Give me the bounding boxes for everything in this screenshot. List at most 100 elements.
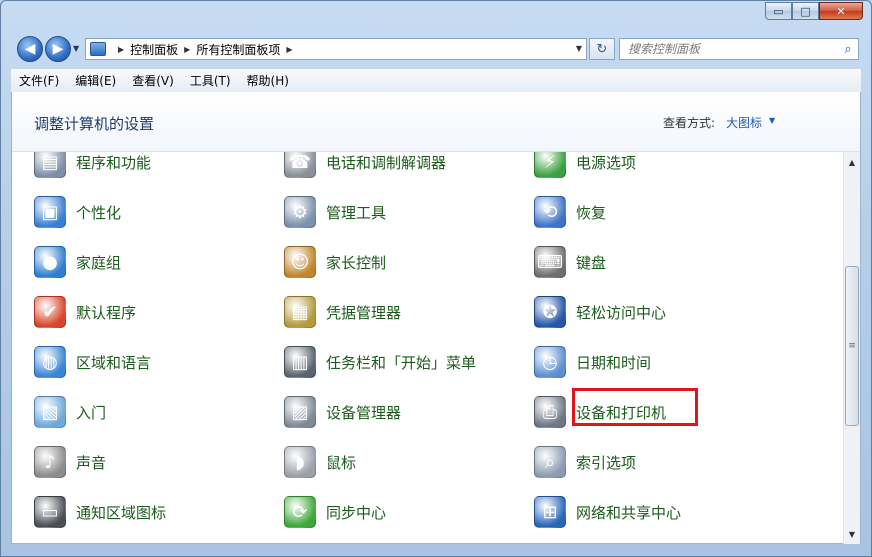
control-panel-item[interactable]: ✪ 轻松访问中心 (534, 292, 666, 332)
control-panel-item[interactable]: ⌨ 键盘 (534, 242, 606, 282)
control-panel-item-label: 默认程序 (76, 303, 137, 322)
control-panel-item-label: 电源选项 (576, 153, 637, 172)
control-panel-icon (90, 42, 106, 56)
network-sharing-icon: ⊞ (534, 496, 566, 528)
page-title: 调整计算机的设置 (34, 115, 155, 133)
control-panel-item[interactable]: ◍ 区域和语言 (34, 342, 151, 382)
address-dropdown-icon[interactable]: ▼ (576, 44, 582, 53)
control-panel-item[interactable]: ◗ 鼠标 (284, 442, 356, 482)
chevron-right-icon[interactable]: ▶ (118, 45, 124, 54)
control-panel-items: ▤ 程序和功能 ☎ 电话和调制解调器 ⚡ 电源选项 ▣ 个性化 ⚙ 管理工具 ⟲ 恢复 ● 家庭组 ☺ 家长控… (12, 152, 844, 544)
breadcrumb-all-items[interactable]: 所有控制面板项 (196, 41, 280, 58)
menu-edit[interactable]: 编辑(E) (67, 72, 124, 89)
control-panel-item-label: 管理工具 (326, 203, 387, 222)
notification-area-icon: ▭ (34, 496, 66, 528)
close-button[interactable]: ✕ (819, 2, 863, 20)
control-panel-item[interactable]: ☺ 家长控制 (284, 242, 386, 282)
refresh-button[interactable]: ↻ (589, 38, 615, 60)
chevron-down-icon[interactable]: ▼ (769, 116, 775, 125)
search-icon[interactable]: ⌕ (838, 42, 858, 57)
mouse-icon: ◗ (284, 446, 316, 478)
scroll-up-button[interactable]: ▲ (844, 154, 860, 170)
maximize-button[interactable]: □ (792, 2, 819, 20)
chevron-right-icon[interactable]: ▶ (286, 45, 292, 54)
chevron-right-icon[interactable]: ▶ (184, 45, 190, 54)
control-panel-item-label: 轻松访问中心 (576, 303, 667, 322)
programs-icon: ▤ (34, 152, 66, 178)
keyboard-icon: ⌨ (534, 246, 566, 278)
control-panel-item-label: 声音 (76, 453, 107, 472)
control-panel-item[interactable]: ▧ 入门 (34, 392, 106, 432)
admin-tools-icon: ⚙ (284, 196, 316, 228)
control-panel-item-label: 个性化 (76, 203, 122, 222)
chevron-down-icon: ▼ (73, 44, 80, 53)
control-panel-item-label: 通知区域图标 (76, 503, 167, 522)
control-panel-item[interactable]: ⟳ 同步中心 (284, 492, 386, 532)
arrow-left-icon: ◀ (24, 41, 36, 57)
control-panel-item[interactable]: ♪ 声音 (34, 442, 106, 482)
back-button[interactable]: ◀ (17, 36, 43, 62)
control-panel-item[interactable]: ☎ 电话和调制解调器 (284, 152, 446, 182)
menu-tools[interactable]: 工具(T) (182, 72, 239, 89)
forward-button[interactable]: ▶ (45, 36, 71, 62)
control-panel-item-label: 索引选项 (576, 453, 637, 472)
control-panel-item[interactable]: ◷ 日期和时间 (534, 342, 651, 382)
getting-started-icon: ▧ (34, 396, 66, 428)
control-panel-item-label: 区域和语言 (76, 353, 152, 372)
control-panel-item[interactable]: ▨ 设备管理器 (284, 392, 401, 432)
control-panel-item[interactable]: ⚙ 管理工具 (284, 192, 386, 232)
control-panel-item[interactable]: ▭ 通知区域图标 (34, 492, 166, 532)
control-panel-item-label: 同步中心 (326, 503, 387, 522)
device-manager-icon: ▨ (284, 396, 316, 428)
date-time-icon: ◷ (534, 346, 566, 378)
view-by-label: 查看方式: (663, 116, 716, 130)
refresh-icon: ↻ (596, 41, 608, 57)
control-panel-item-label: 日期和时间 (576, 353, 652, 372)
scroll-thumb[interactable]: ≡ (845, 266, 859, 426)
sync-center-icon: ⟳ (284, 496, 316, 528)
control-panel-item[interactable]: ▣ 个性化 (34, 192, 121, 232)
control-panel-item[interactable]: ● 家庭组 (34, 242, 121, 282)
control-panel-item[interactable]: ▥ 任务栏和「开始」菜单 (284, 342, 476, 382)
highlight-box (572, 388, 698, 426)
control-panel-item-label: 家庭组 (76, 253, 122, 272)
menu-bar: 文件(F) 编辑(E) 查看(V) 工具(T) 帮助(H) (11, 68, 861, 92)
control-panel-item-label: 电话和调制解调器 (326, 153, 447, 172)
control-panel-item-label: 恢复 (576, 203, 607, 222)
default-programs-icon: ✔ (34, 296, 66, 328)
view-by-dropdown[interactable]: 大图标 (726, 114, 762, 131)
search-box[interactable]: ⌕ (619, 38, 859, 60)
chevron-up-icon: ▲ (848, 157, 856, 167)
address-bar[interactable]: ▶ 控制面板 ▶ 所有控制面板项 ▶ ▼ (85, 38, 587, 60)
control-panel-item[interactable]: ⚡ 电源选项 (534, 152, 636, 182)
grip-icon: ≡ (848, 341, 856, 351)
search-input[interactable] (620, 42, 838, 56)
menu-help[interactable]: 帮助(H) (239, 72, 297, 89)
menu-file[interactable]: 文件(F) (11, 72, 67, 89)
vertical-scrollbar[interactable]: ▲ ≡ ▼ (843, 152, 860, 544)
control-panel-item-label: 设备管理器 (326, 403, 402, 422)
region-language-icon: ◍ (34, 346, 66, 378)
control-panel-item[interactable]: ⟲ 恢复 (534, 192, 606, 232)
control-panel-item[interactable]: ▤ 程序和功能 (34, 152, 151, 182)
control-panel-item[interactable]: ⌕ 索引选项 (534, 442, 636, 482)
taskbar-icon: ▥ (284, 346, 316, 378)
control-panel-item[interactable]: ✔ 默认程序 (34, 292, 136, 332)
control-panel-item-label: 网络和共享中心 (576, 503, 682, 522)
control-panel-item-label: 入门 (76, 403, 107, 422)
minimize-button[interactable]: ▭ (765, 2, 792, 20)
control-panel-item-label: 凭据管理器 (326, 303, 402, 322)
ease-of-access-icon: ✪ (534, 296, 566, 328)
content-pane: 调整计算机的设置 查看方式: 大图标 ▼ ▤ 程序和功能 ☎ 电话和调制解调器 ⚡ 电源选… (11, 92, 861, 544)
homegroup-icon: ● (34, 246, 66, 278)
menu-view[interactable]: 查看(V) (124, 72, 182, 89)
phone-modem-icon: ☎ (284, 152, 316, 178)
control-panel-item-label: 任务栏和「开始」菜单 (326, 353, 477, 372)
content-header: 调整计算机的设置 查看方式: 大图标 ▼ (12, 92, 860, 152)
breadcrumb-control-panel[interactable]: 控制面板 (130, 41, 178, 58)
recent-pages-dropdown[interactable]: ▼ (73, 44, 79, 53)
control-panel-item-label: 鼠标 (326, 453, 357, 472)
scroll-down-button[interactable]: ▼ (844, 526, 860, 542)
control-panel-item[interactable]: ⊞ 网络和共享中心 (534, 492, 681, 532)
control-panel-item[interactable]: ▦ 凭据管理器 (284, 292, 401, 332)
